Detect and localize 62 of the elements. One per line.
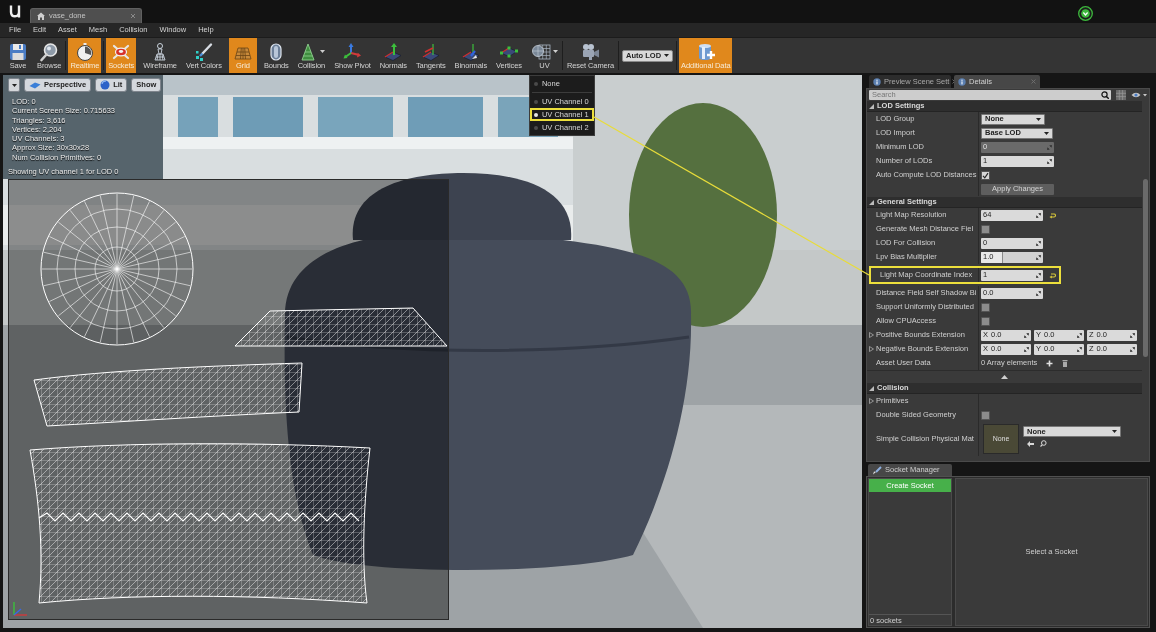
search-icon [1101, 91, 1109, 99]
drag-arrows-icon [1130, 346, 1135, 352]
caret-icon [552, 50, 558, 53]
expander-arrow-icon[interactable] [869, 398, 874, 404]
tangent-line-icon [420, 41, 441, 62]
stopwatch-icon [74, 41, 95, 62]
reset-arrow-icon[interactable] [1049, 271, 1056, 279]
logo-icon [8, 4, 22, 18]
checkbox[interactable] [981, 224, 990, 234]
brush-icon [872, 465, 882, 475]
expander-arrow-icon[interactable] [869, 332, 874, 338]
normal-arrow-icon [383, 41, 404, 62]
caret-icon [1036, 117, 1041, 121]
expander-arrow-icon [869, 385, 874, 391]
checkbox[interactable] [981, 316, 990, 326]
perspective-plane-icon [29, 80, 41, 90]
drag-arrows-icon [1024, 346, 1029, 352]
checkbox[interactable] [981, 302, 990, 312]
expander-arrow-icon[interactable] [869, 346, 874, 352]
scrollbar-thumb[interactable] [1143, 179, 1148, 357]
caret-icon [319, 50, 325, 53]
camera-icon [580, 41, 601, 62]
drag-arrows-icon [1036, 290, 1041, 296]
plus-icon[interactable] [1046, 359, 1054, 367]
drag-arrows-icon [1036, 254, 1041, 260]
caret-icon [664, 54, 670, 57]
caret-icon [1044, 131, 1049, 135]
close-icon [130, 13, 136, 19]
left-arrow-icon[interactable] [1027, 440, 1034, 447]
magnifier-icon [39, 41, 60, 62]
vertex-points-icon [499, 45, 519, 58]
checkbox[interactable] [981, 410, 990, 420]
drag-arrows-icon [1036, 212, 1041, 218]
drag-arrows-icon [1024, 332, 1029, 338]
home-icon [37, 12, 45, 20]
eye-icon[interactable] [1131, 91, 1147, 99]
drag-arrows-icon [1077, 346, 1082, 352]
info-icon [958, 77, 966, 86]
paint-pen-icon [193, 41, 214, 62]
binormal-arrow-icon [460, 41, 481, 62]
search-icon[interactable] [1040, 440, 1047, 447]
expander-arrow-icon [869, 103, 874, 109]
collapse-arrow-icon[interactable] [1001, 374, 1008, 379]
caret-icon [11, 83, 17, 87]
trash-icon[interactable] [1062, 359, 1069, 367]
sphere-grid-icon [530, 41, 551, 62]
axis-icon [11, 600, 29, 618]
sphere-icon [100, 80, 111, 90]
viewport-menu-button[interactable] [8, 78, 20, 92]
drag-arrows-icon [1047, 144, 1052, 150]
drag-arrows-icon [1036, 272, 1041, 278]
drag-arrows-icon [1130, 332, 1135, 338]
expander-arrow-icon [869, 199, 874, 205]
drag-arrows-icon [1077, 332, 1082, 338]
checkmark-icon [982, 171, 989, 179]
checkbox[interactable] [981, 170, 990, 180]
drag-arrows-icon [1036, 240, 1041, 246]
close-icon [1031, 79, 1036, 84]
reset-arrow-icon[interactable] [1049, 211, 1056, 219]
caret-icon [1112, 430, 1117, 433]
info-icon [873, 77, 881, 86]
drag-arrows-icon [1047, 158, 1052, 164]
